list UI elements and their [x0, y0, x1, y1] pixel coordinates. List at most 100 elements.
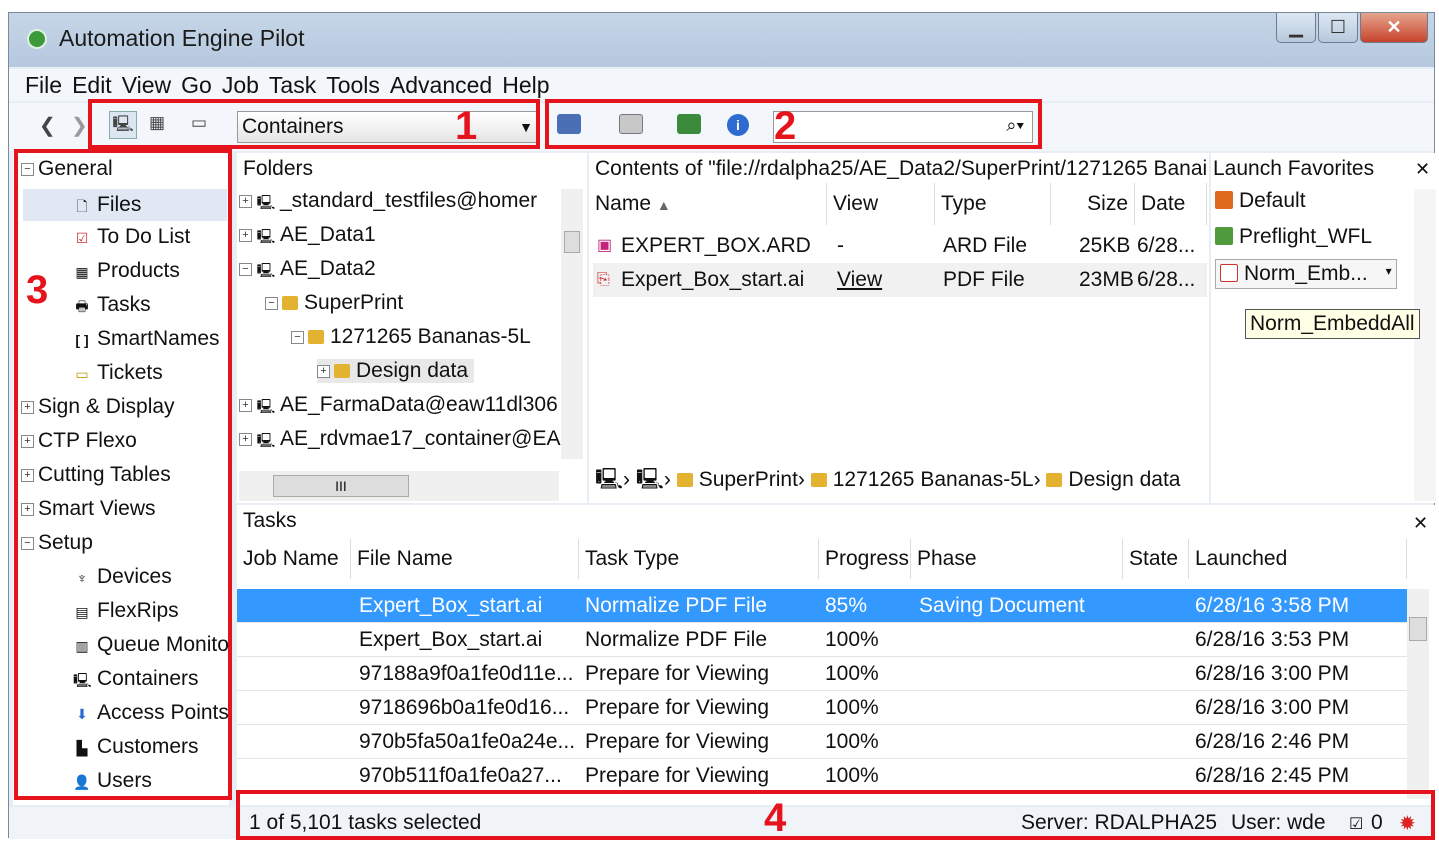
- annotation-label-4: 4: [764, 796, 787, 840]
- column-header-file-name[interactable]: File Name: [351, 539, 579, 579]
- collapse-icon: −: [265, 296, 278, 310]
- column-header-state[interactable]: State: [1123, 539, 1189, 579]
- folder-icon: [282, 296, 298, 310]
- close-icon[interactable]: ✕: [1413, 513, 1428, 534]
- column-header-progress[interactable]: Progress: [819, 539, 911, 579]
- view-link[interactable]: View: [837, 263, 882, 297]
- column-header-phase[interactable]: Phase: [911, 539, 1123, 579]
- breadcrumb-superprint[interactable]: SuperPrint: [699, 468, 798, 491]
- folder-tree-item[interactable]: − 🖳 AE_Data2: [239, 257, 376, 284]
- computer-icon: 🖳: [256, 398, 276, 414]
- minimize-button[interactable]: ▁: [1276, 13, 1316, 43]
- favorite-norm-emb[interactable]: Norm_Emb... ▾: [1215, 259, 1397, 289]
- favorite-preflight[interactable]: Preflight_WFL: [1215, 225, 1372, 249]
- menu-file[interactable]: File: [25, 69, 62, 101]
- maximize-button[interactable]: ☐: [1318, 13, 1358, 43]
- annotation-label-1: 1: [455, 104, 478, 148]
- expand-icon: +: [239, 432, 252, 446]
- menu-edit[interactable]: Edit: [72, 69, 112, 101]
- task-row[interactable]: Expert_Box_start.ai Normalize PDF File 1…: [237, 623, 1407, 657]
- window-title: Automation Engine Pilot: [59, 25, 305, 51]
- folder-tree-item[interactable]: + 🖳 _standard_testfiles@homer: [239, 189, 537, 216]
- task-row[interactable]: 9718696b0a1fe0d16... Prepare for Viewing…: [237, 691, 1407, 725]
- menu-go[interactable]: Go: [181, 69, 212, 101]
- pdf-task-icon: [1220, 264, 1238, 282]
- computer-icon[interactable]: 🖳: [636, 468, 664, 491]
- column-header-job-name[interactable]: Job Name: [237, 539, 351, 579]
- menu-task[interactable]: Task: [269, 69, 316, 101]
- expand-icon: +: [239, 398, 252, 412]
- workflow-icon: [1215, 191, 1233, 209]
- column-header-name[interactable]: Name ▲: [589, 183, 827, 225]
- task-row[interactable]: 970b511f0a1fe0a27... Prepare for Viewing…: [237, 759, 1407, 793]
- folder-icon: [334, 364, 350, 378]
- forward-icon[interactable]: ❯: [71, 113, 88, 138]
- breadcrumb: 🖳› 🖳› SuperPrint› 1271265 Bananas-5L› De…: [595, 468, 1181, 491]
- task-row[interactable]: 970b5fa50a1fe0a24e... Prepare for Viewin…: [237, 725, 1407, 759]
- column-header-size[interactable]: Size: [1051, 183, 1135, 225]
- annotation-box-4: [236, 790, 1435, 840]
- annotation-label-3: 3: [26, 268, 49, 312]
- folder-icon: [676, 473, 693, 487]
- computer-icon[interactable]: 🖳: [595, 468, 623, 491]
- folders-horizontal-scrollbar[interactable]: III: [239, 471, 559, 501]
- folder-icon: [1046, 473, 1063, 487]
- menu-tools[interactable]: Tools: [326, 69, 380, 101]
- annotation-label-2: 2: [774, 104, 797, 148]
- column-header-date[interactable]: Date: [1135, 183, 1207, 225]
- app-icon: [27, 29, 47, 49]
- folder-tree-item[interactable]: − SuperPrint: [265, 291, 403, 315]
- pdf-file-icon: ⎘: [597, 271, 610, 288]
- menu-view[interactable]: View: [122, 69, 171, 101]
- folder-tree-item[interactable]: + 🖳 AE_rdvmae17_container@EA: [239, 427, 561, 454]
- tasks-scrollbar[interactable]: [1407, 589, 1429, 799]
- menu-job[interactable]: Job: [222, 69, 259, 101]
- computer-icon: 🖳: [256, 262, 276, 278]
- expand-icon: +: [239, 228, 252, 242]
- favorites-scrollbar[interactable]: [1414, 189, 1436, 501]
- column-header-task-type[interactable]: Task Type: [579, 539, 819, 579]
- favorite-default[interactable]: Default: [1215, 189, 1306, 213]
- ard-file-icon: ▣: [597, 237, 613, 254]
- close-icon[interactable]: ✕: [1415, 159, 1430, 180]
- expand-icon: +: [317, 364, 330, 378]
- breadcrumb-design-data[interactable]: Design data: [1068, 468, 1180, 491]
- column-header-view[interactable]: View: [827, 183, 935, 225]
- computer-icon: 🖳: [256, 228, 276, 244]
- expand-icon: +: [239, 194, 252, 208]
- tasks-pane: Tasks ✕ Job Name File Name Task Type Pro…: [237, 505, 1436, 805]
- chevron-down-icon[interactable]: ▾: [1386, 264, 1392, 278]
- contents-header: Contents of "file://rdalpha25/AE_Data2/S…: [595, 157, 1208, 180]
- column-header-launched[interactable]: Launched: [1189, 539, 1407, 579]
- computer-icon: 🖳: [256, 432, 276, 448]
- folder-icon: [308, 330, 324, 344]
- column-header-type[interactable]: Type: [935, 183, 1051, 225]
- sort-asc-icon: ▲: [656, 197, 671, 213]
- file-row[interactable]: ⎘ Expert_Box_start.ai View PDF File 23MB…: [593, 263, 1207, 297]
- folder-tree-item[interactable]: −1271265 Bananas-5L: [291, 325, 531, 349]
- close-button[interactable]: ✕: [1360, 13, 1428, 43]
- folder-tree-item[interactable]: + 🖳 AE_FarmaData@eaw11dl306: [239, 393, 561, 420]
- folders-vertical-scrollbar[interactable]: [561, 189, 583, 459]
- collapse-icon: −: [291, 330, 304, 344]
- task-row-selected[interactable]: Expert_Box_start.ai Normalize PDF File 8…: [237, 589, 1407, 623]
- task-row[interactable]: 97188a9f0a1fe0d11e... Prepare for Viewin…: [237, 657, 1407, 691]
- menu-advanced[interactable]: Advanced: [390, 69, 492, 101]
- scroll-thumb[interactable]: [564, 231, 580, 253]
- collapse-icon: −: [239, 262, 252, 276]
- folders-header: Folders: [243, 157, 314, 180]
- scroll-thumb[interactable]: III: [273, 475, 409, 497]
- computer-icon: 🖳: [256, 194, 276, 210]
- scroll-thumb[interactable]: [1409, 617, 1427, 641]
- breadcrumb-bananas[interactable]: 1271265 Bananas-5L: [833, 468, 1034, 491]
- folder-icon: [810, 473, 827, 487]
- tooltip: Norm_EmbeddAll: [1245, 309, 1420, 339]
- folders-pane: Folders + 🖳 _standard_testfiles@homer + 🖳 AE…: [237, 153, 587, 503]
- back-icon[interactable]: ❮: [39, 113, 56, 138]
- file-row[interactable]: ▣ EXPERT_BOX.ARD - ARD File 25KB 6/28...: [593, 229, 1207, 263]
- favorites-header: Launch Favorites: [1213, 157, 1375, 180]
- menu-bar: File Edit View Go Job Task Tools Advance…: [9, 69, 1434, 101]
- menu-help[interactable]: Help: [502, 69, 549, 101]
- folder-tree-item[interactable]: + 🖳 AE_Data1: [239, 223, 376, 250]
- folder-tree-item-selected[interactable]: + Design data: [317, 359, 475, 383]
